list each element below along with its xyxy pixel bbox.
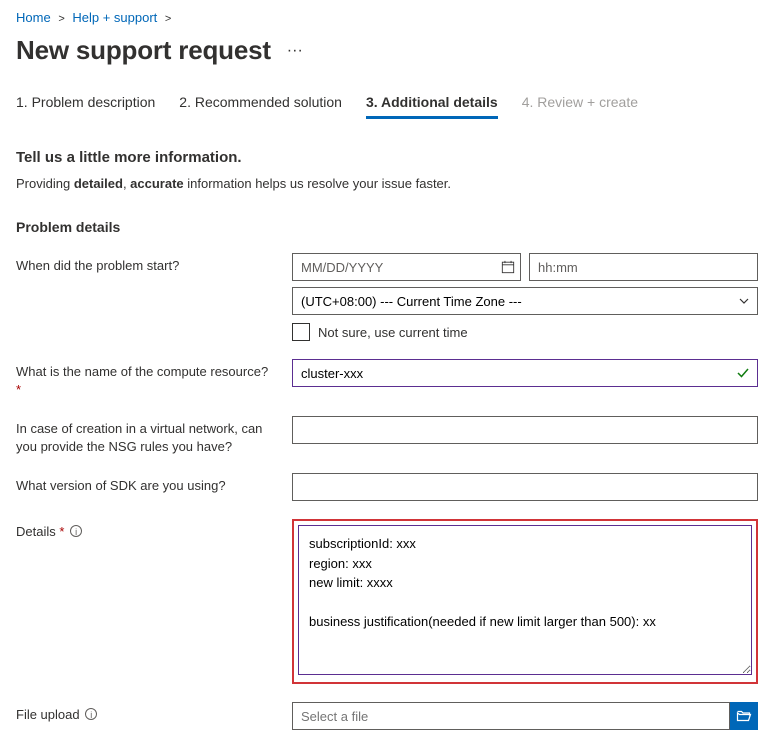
tab-problem-description[interactable]: 1. Problem description xyxy=(16,94,155,119)
label-nsg-rules: In case of creation in a virtual network… xyxy=(16,416,276,455)
sdk-version-input[interactable] xyxy=(292,473,758,501)
section-heading-problem-details: Problem details xyxy=(16,219,758,235)
tab-bar: 1. Problem description 2. Recommended so… xyxy=(16,94,758,119)
timezone-select[interactable]: (UTC+08:00) --- Current Time Zone --- xyxy=(292,287,758,315)
breadcrumb: Home > Help + support > xyxy=(16,8,758,35)
calendar-icon xyxy=(501,260,515,274)
nsg-rules-input[interactable] xyxy=(292,416,758,444)
file-browse-button[interactable] xyxy=(730,702,758,730)
date-input[interactable] xyxy=(292,253,521,281)
tab-recommended-solution[interactable]: 2. Recommended solution xyxy=(179,94,342,119)
intro-text: Providing detailed, accurate information… xyxy=(16,176,758,191)
label-file-upload: File upload i xyxy=(16,702,276,724)
use-current-time-checkbox[interactable] xyxy=(292,323,310,341)
tab-additional-details[interactable]: 3. Additional details xyxy=(366,94,498,119)
checkmark-icon xyxy=(736,366,750,380)
use-current-time-label: Not sure, use current time xyxy=(318,325,468,340)
label-when-start: When did the problem start? xyxy=(16,253,276,275)
label-compute-name: What is the name of the compute resource… xyxy=(16,359,276,398)
file-upload-input[interactable] xyxy=(292,702,730,730)
details-highlight-box xyxy=(292,519,758,684)
more-actions-button[interactable]: ··· xyxy=(283,38,307,64)
breadcrumb-home[interactable]: Home xyxy=(16,10,51,25)
folder-open-icon xyxy=(736,708,752,724)
details-textarea[interactable] xyxy=(298,525,752,675)
page-title: New support request xyxy=(16,35,271,66)
section-heading-info: Tell us a little more information. xyxy=(16,149,758,166)
label-details: Details * i xyxy=(16,519,276,541)
label-sdk-version: What version of SDK are you using? xyxy=(16,473,276,495)
chevron-right-icon: > xyxy=(165,13,171,25)
tab-review-create: 4. Review + create xyxy=(522,94,638,119)
info-icon[interactable]: i xyxy=(70,525,82,537)
compute-name-input[interactable] xyxy=(292,359,758,387)
info-icon[interactable]: i xyxy=(85,708,97,720)
chevron-right-icon: > xyxy=(58,13,64,25)
breadcrumb-help-support[interactable]: Help + support xyxy=(72,10,157,25)
time-input[interactable] xyxy=(529,253,758,281)
